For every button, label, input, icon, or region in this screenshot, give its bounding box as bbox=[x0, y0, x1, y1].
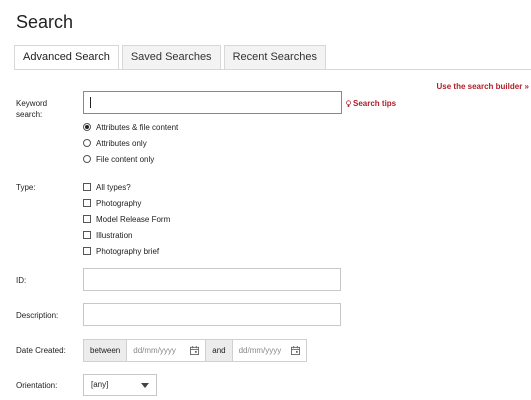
radio-label: Attributes & file content bbox=[96, 122, 179, 132]
date-from-placeholder: dd/mm/yyyy bbox=[133, 346, 176, 355]
lightbulb-icon bbox=[346, 99, 351, 107]
id-label: ID: bbox=[16, 276, 27, 285]
checkbox-label: Illustration bbox=[96, 230, 133, 240]
chevron-down-icon bbox=[141, 383, 149, 388]
orientation-label: Orientation: bbox=[16, 381, 58, 390]
keyword-search-label: Keyword search: bbox=[16, 99, 48, 119]
radio-label: Attributes only bbox=[96, 138, 147, 148]
radio-button[interactable] bbox=[83, 139, 91, 147]
tab-bar: Advanced Search Saved Searches Recent Se… bbox=[14, 45, 326, 70]
radio-attributes-file-content[interactable]: Attributes & file content bbox=[83, 122, 178, 132]
search-tips-label: Search tips bbox=[353, 99, 397, 108]
checkbox[interactable] bbox=[83, 199, 91, 207]
checkbox-label: Photography brief bbox=[96, 246, 160, 256]
id-input[interactable] bbox=[83, 268, 341, 291]
tab-saved-searches[interactable]: Saved Searches bbox=[121, 45, 221, 70]
date-from-input[interactable]: dd/mm/yyyy bbox=[127, 339, 207, 362]
radio-attributes-only[interactable]: Attributes only bbox=[83, 138, 147, 148]
checkbox-label: All types? bbox=[96, 182, 131, 192]
radio-button[interactable] bbox=[83, 155, 91, 163]
date-to-input[interactable]: dd/mm/yyyy bbox=[232, 339, 307, 362]
keyword-search-input[interactable] bbox=[83, 91, 342, 114]
checkbox[interactable] bbox=[83, 231, 91, 239]
page-title: Search bbox=[16, 12, 74, 32]
checkbox[interactable] bbox=[83, 183, 91, 191]
checkbox-model-release-form[interactable]: Model Release Form bbox=[83, 214, 170, 224]
radio-file-content-only[interactable]: File content only bbox=[83, 154, 154, 164]
calendar-icon[interactable] bbox=[190, 346, 200, 355]
between-label: between bbox=[83, 339, 128, 362]
date-created-label: Date Created: bbox=[16, 346, 66, 355]
type-label: Type: bbox=[16, 183, 36, 192]
checkbox-photography[interactable]: Photography bbox=[83, 198, 141, 208]
tab-recent-searches[interactable]: Recent Searches bbox=[223, 45, 326, 70]
checkbox-all-types[interactable]: All types? bbox=[83, 182, 131, 192]
orientation-selected-value: [any] bbox=[91, 380, 109, 389]
checkbox[interactable] bbox=[83, 215, 91, 223]
date-to-placeholder: dd/mm/yyyy bbox=[238, 346, 282, 355]
radio-label: File content only bbox=[96, 154, 155, 164]
search-tips-link[interactable]: Search tips bbox=[346, 99, 396, 108]
checkbox-photography-brief[interactable]: Photography brief bbox=[83, 246, 159, 256]
orientation-select[interactable]: [any] bbox=[83, 374, 157, 396]
description-label: Description: bbox=[16, 311, 59, 320]
checkbox-label: Photography bbox=[96, 198, 142, 208]
tab-advanced-search[interactable]: Advanced Search bbox=[14, 45, 119, 70]
description-input[interactable] bbox=[83, 303, 341, 326]
date-created-range: between dd/mm/yyyy and dd/mm/yyyy bbox=[83, 339, 307, 362]
checkbox-label: Model Release Form bbox=[96, 214, 171, 224]
checkbox[interactable] bbox=[83, 247, 91, 255]
calendar-icon[interactable] bbox=[290, 346, 300, 355]
and-label: and bbox=[206, 339, 233, 362]
radio-button-checked[interactable] bbox=[83, 123, 91, 131]
checkbox-illustration[interactable]: Illustration bbox=[83, 230, 132, 240]
tab-divider bbox=[14, 69, 531, 70]
text-caret bbox=[90, 97, 91, 108]
search-builder-link[interactable]: Use the search builder » bbox=[437, 82, 529, 91]
